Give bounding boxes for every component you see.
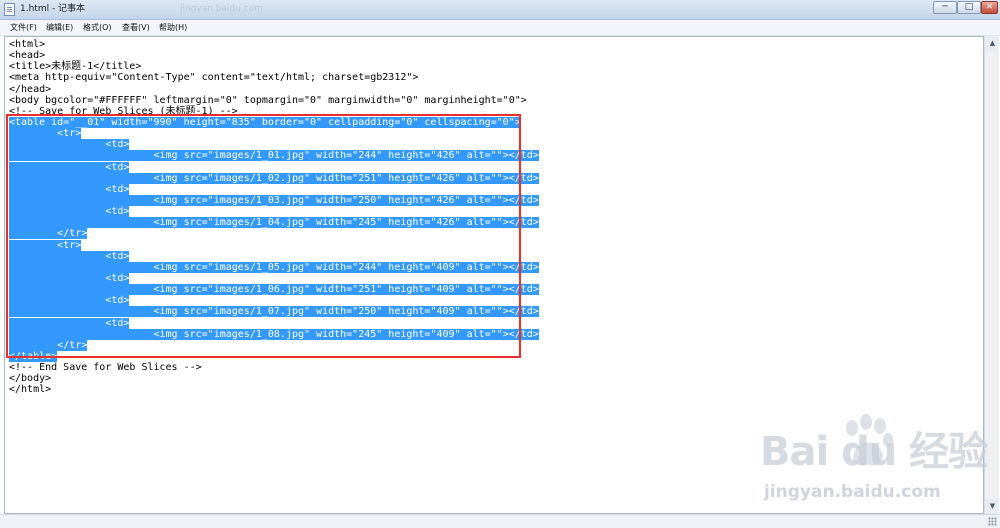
menu-view[interactable]: 查看(V) [122,22,150,33]
code-line[interactable]: </body> [9,373,539,384]
code-line[interactable]: <head> [9,50,539,61]
code-line-text: </html> [9,384,52,396]
title-bar[interactable]: 1.html - 记事本 jingyan.baidu.com ─ □ ✕ [0,0,1000,20]
maximize-button[interactable]: □ [957,1,981,14]
scroll-up-arrow-icon[interactable]: ▲ [986,36,999,51]
notepad-icon[interactable] [4,3,15,16]
highlight-annotation [6,114,521,358]
code-line-text: <meta http-equiv="Content-Type" content=… [9,72,419,84]
menu-edit[interactable]: 编辑(E) [46,22,73,33]
title-watermark: jingyan.baidu.com [180,4,264,14]
vertical-scrollbar[interactable]: ▲ ▼ [984,36,999,514]
menu-format[interactable]: 格式(O) [83,22,112,33]
code-line-text: <body bgcolor="#FFFFFF" leftmargin="0" t… [9,94,527,106]
resize-grip-icon[interactable] [988,517,997,526]
menu-bar: 文件(F) 编辑(E) 格式(O) 查看(V) 帮助(H) [0,20,1000,36]
menu-file[interactable]: 文件(F) [10,22,37,33]
scroll-down-arrow-icon[interactable]: ▼ [986,499,999,514]
status-bar [0,514,1000,528]
code-line[interactable]: <title>未标题-1</title> [9,61,539,72]
code-line[interactable]: <html> [9,39,539,50]
code-line-text: <html> [9,39,46,50]
code-line[interactable]: <meta http-equiv="Content-Type" content=… [9,72,539,83]
code-line-text: <title>未标题-1</title> [9,61,142,73]
minimize-button[interactable]: ─ [933,1,957,14]
window-title: 1.html - 记事本 [20,4,86,14]
code-line[interactable]: </head> [9,84,539,95]
menu-help[interactable]: 帮助(H) [159,22,187,33]
code-line[interactable]: </html> [9,384,539,395]
close-button[interactable]: ✕ [981,1,998,14]
code-line-text: </body> [9,373,52,385]
code-line-text: <head> [9,50,46,62]
code-line[interactable]: <!-- End Save for Web Slices --> [9,362,539,373]
code-line[interactable]: <body bgcolor="#FFFFFF" leftmargin="0" t… [9,95,539,106]
code-line-text: <!-- End Save for Web Slices --> [9,362,202,374]
code-line-text: </head> [9,83,52,95]
